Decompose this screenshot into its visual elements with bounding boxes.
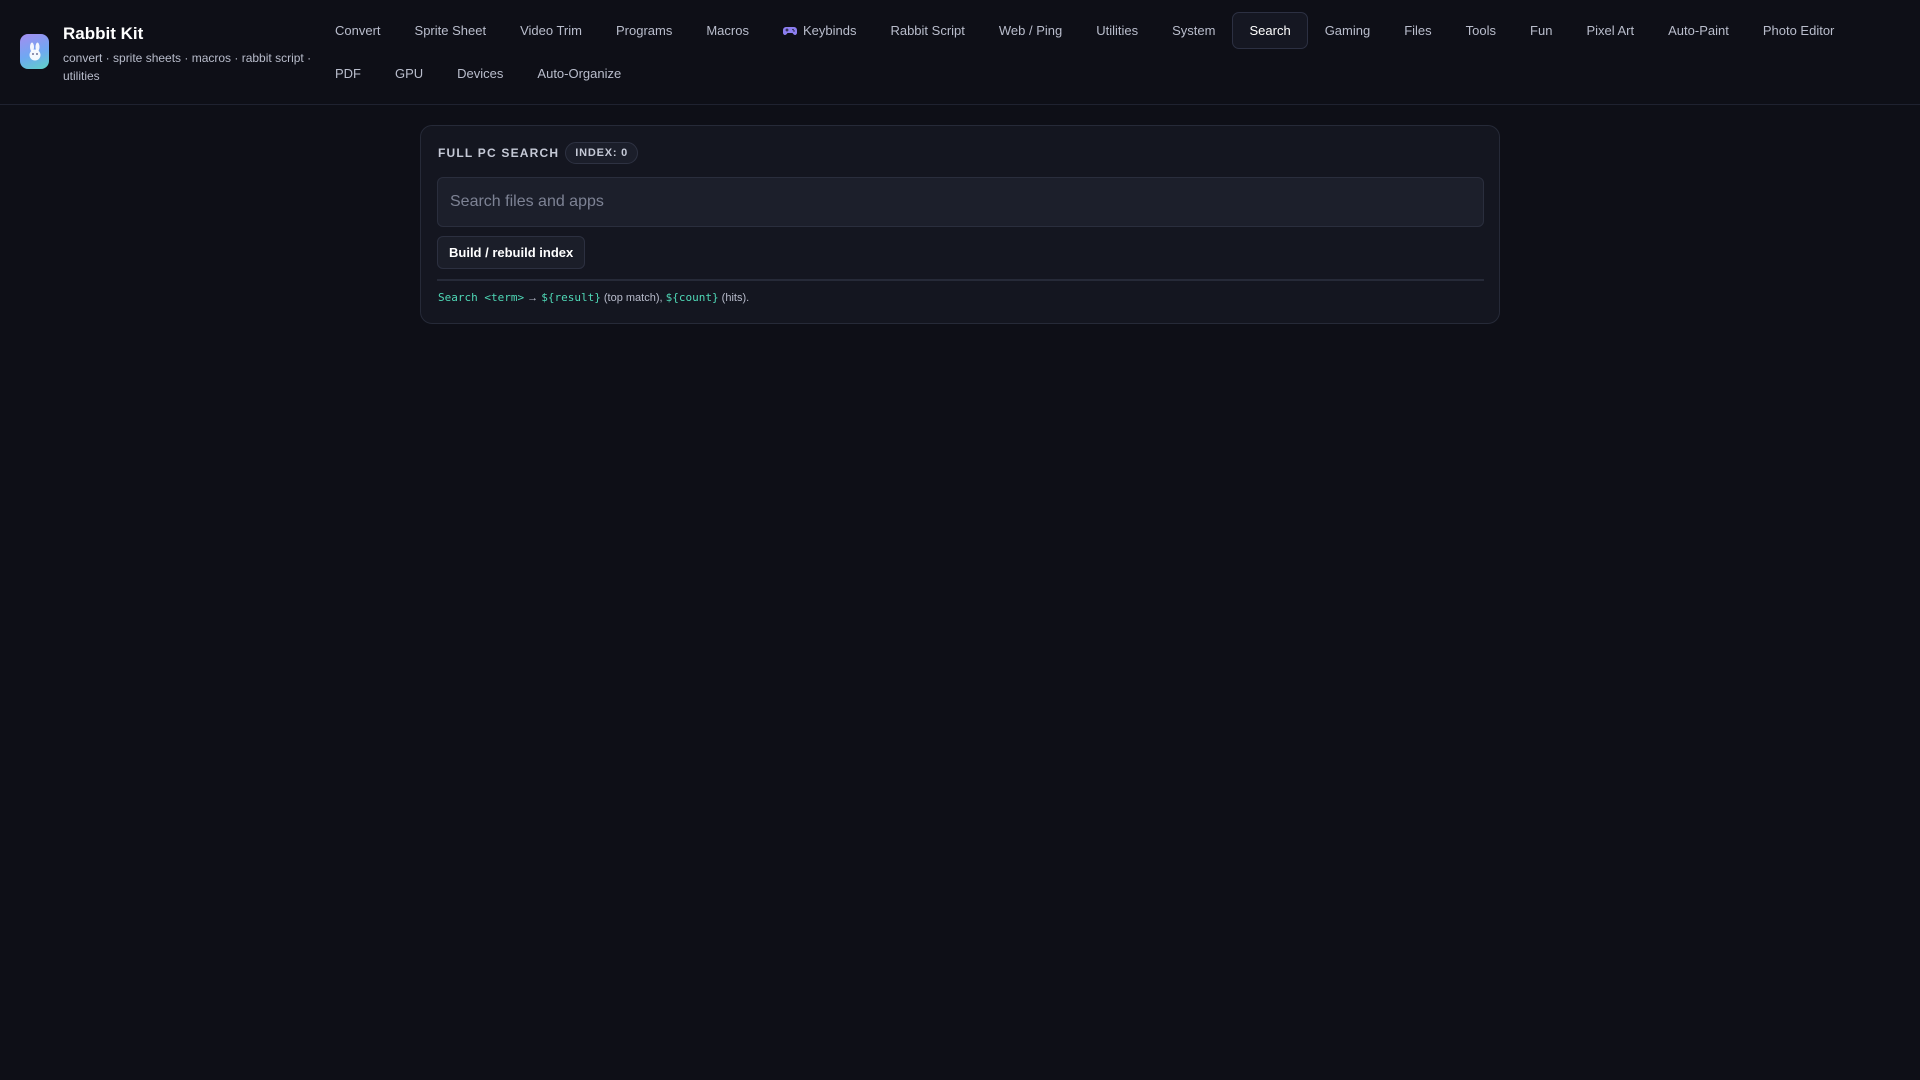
tab-search[interactable]: Search [1232,12,1308,49]
tab-fun[interactable]: Fun [1513,12,1569,49]
rabbit-icon [20,34,49,69]
index-count-badge: INDEX: 0 [565,142,639,164]
tab-keybinds[interactable]: Keybinds [766,12,873,49]
gamepad-icon [782,26,797,35]
tab-files[interactable]: Files [1387,12,1448,49]
tab-auto-organize[interactable]: Auto-Organize [520,55,638,92]
main-nav: Convert Sprite Sheet Video Trim Programs Mac… [318,12,1908,92]
tab-gpu[interactable]: GPU [378,55,440,92]
tab-video-trim[interactable]: Video Trim [503,12,599,49]
tab-sprite-sheet[interactable]: Sprite Sheet [398,12,504,49]
tab-system[interactable]: System [1155,12,1232,49]
usage-hint: Search <term> → ${result} (top match), $… [438,291,749,304]
hint-command: Search <term> [438,291,525,304]
tab-rabbit-script[interactable]: Rabbit Script [873,12,981,49]
tab-web-ping[interactable]: Web / Ping [982,12,1079,49]
tab-photo-editor[interactable]: Photo Editor [1746,12,1852,49]
hint-result-desc: (top match), [600,292,666,304]
tab-label: Files [1404,23,1432,38]
tab-programs[interactable]: Programs [599,12,689,49]
tab-label: Fun [1530,23,1553,38]
build-index-button[interactable]: Build / rebuild index [437,236,586,269]
tab-label: Auto-Paint [1668,23,1729,38]
brand: Rabbit Kit convert · sprite sheets · mac… [20,22,312,85]
tab-label: Web / Ping [998,23,1063,38]
tab-devices[interactable]: Devices [440,55,520,92]
hint-count-var: ${count} [665,291,719,304]
tab-macros[interactable]: Macros [689,12,766,49]
tab-label: Keybinds [802,23,857,38]
tab-label: Pixel Art [1586,23,1635,38]
tab-label: Photo Editor [1762,23,1835,38]
panel-title: FULL PC SEARCH [438,146,560,160]
hint-result-var: ${result} [541,291,601,304]
tab-label: PDF [335,66,361,81]
tab-pixel-art[interactable]: Pixel Art [1569,12,1651,49]
search-panel: FULL PC SEARCH INDEX: 0 Build / rebuild … [420,125,1500,324]
tab-label: Search [1249,23,1291,38]
tab-tools[interactable]: Tools [1449,12,1513,49]
top-bar: Rabbit Kit convert · sprite sheets · mac… [0,0,1920,105]
hint-arrow: → [524,292,542,304]
hint-count-desc: (hits). [718,292,750,304]
divider [437,279,1484,281]
panel-header: FULL PC SEARCH INDEX: 0 [438,142,639,164]
tab-utilities[interactable]: Utilities [1079,12,1155,49]
tab-pdf[interactable]: PDF [318,55,378,92]
tab-label: Auto-Organize [537,66,622,81]
tab-convert[interactable]: Convert [318,12,398,49]
tab-label: Tools [1465,23,1497,38]
tab-label: Utilities [1096,23,1139,38]
tab-label: Video Trim [520,23,582,38]
app-title: Rabbit Kit [63,24,144,43]
tab-gaming[interactable]: Gaming [1308,12,1388,49]
tab-auto-paint[interactable]: Auto-Paint [1651,12,1746,49]
tab-label: Sprite Sheet [414,23,487,38]
tab-label: Macros [706,23,749,38]
tab-label: System [1172,23,1216,38]
search-input[interactable] [437,177,1484,227]
tab-label: GPU [395,66,424,81]
tab-label: Convert [335,23,381,38]
tab-label: Programs [615,23,673,38]
tab-label: Devices [457,66,504,81]
tab-label: Gaming [1324,23,1371,38]
app-subtitle: convert · sprite sheets · macros · rabbi… [63,51,312,83]
tab-label: Rabbit Script [890,23,965,38]
